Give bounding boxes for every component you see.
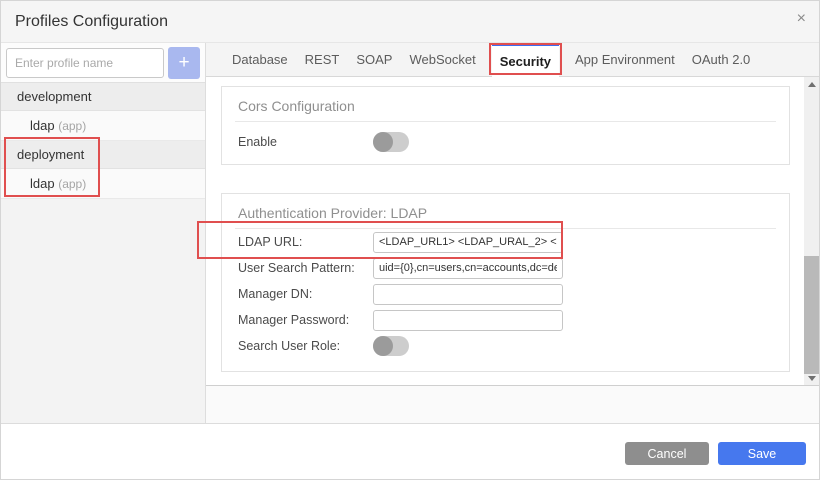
scroll-down-icon[interactable]: [804, 372, 819, 384]
app-type-suffix: (app): [58, 177, 86, 191]
tab-database[interactable]: Database: [231, 43, 289, 76]
profile-add-row: +: [1, 43, 205, 83]
app-type-suffix: (app): [58, 119, 86, 133]
tab-security-label: Security: [500, 54, 551, 69]
manager-dn-label: Manager DN:: [238, 287, 373, 301]
sidebar-item-ldap-development[interactable]: ldap (app): [1, 111, 205, 141]
tab-security[interactable]: Security: [492, 43, 559, 77]
scrollbar-thumb[interactable]: [804, 256, 819, 374]
close-icon[interactable]: ×: [797, 11, 806, 27]
profile-group-deployment: deployment ldap (app): [1, 141, 205, 199]
user-search-pattern-label: User Search Pattern:: [238, 261, 373, 275]
manager-password-row: Manager Password:: [222, 307, 789, 333]
sidebar-item-deployment[interactable]: deployment: [1, 141, 205, 169]
dialog-title: Profiles Configuration: [1, 13, 168, 31]
ldap-url-input[interactable]: [373, 232, 563, 253]
search-user-role-label: Search User Role:: [238, 339, 373, 353]
tab-soap[interactable]: SOAP: [355, 43, 393, 76]
manager-dn-row: Manager DN:: [222, 281, 789, 307]
ldap-provider-card: Authentication Provider: LDAP LDAP URL: …: [221, 193, 790, 372]
tab-oauth[interactable]: OAuth 2.0: [691, 43, 752, 76]
profile-group-development: development ldap (app): [1, 83, 205, 141]
vertical-scrollbar[interactable]: [804, 77, 819, 385]
manager-password-input[interactable]: [373, 310, 563, 331]
tab-rest[interactable]: REST: [304, 43, 341, 76]
ldap-url-row: LDAP URL:: [222, 229, 789, 255]
profiles-configuration-dialog: Profiles Configuration × + development l…: [0, 0, 820, 480]
security-forms: Cors Configuration Enable Authentication…: [206, 77, 804, 385]
cors-configuration-card: Cors Configuration Enable: [221, 86, 790, 165]
ldap-section-title: Authentication Provider: LDAP: [222, 194, 789, 228]
toggle-knob: [373, 336, 393, 356]
ldap-url-label: LDAP URL:: [238, 235, 373, 249]
tab-websocket[interactable]: WebSocket: [408, 43, 476, 76]
profiles-sidebar: + development ldap (app) deployment ldap…: [1, 43, 206, 423]
security-tab-panel: Cors Configuration Enable Authentication…: [206, 77, 819, 385]
scroll-up-icon[interactable]: [804, 78, 819, 90]
dialog-body: + development ldap (app) deployment ldap…: [1, 43, 819, 424]
add-profile-button[interactable]: +: [168, 47, 200, 79]
manager-dn-input[interactable]: [373, 284, 563, 305]
sidebar-item-development[interactable]: development: [1, 83, 205, 111]
cors-section-title: Cors Configuration: [222, 87, 789, 121]
app-name: ldap: [30, 118, 55, 133]
profile-name-input[interactable]: [6, 48, 164, 78]
user-search-pattern-input[interactable]: [373, 258, 563, 279]
cors-enable-label: Enable: [238, 135, 373, 149]
user-search-pattern-row: User Search Pattern:: [222, 255, 789, 281]
tab-bar: Database REST SOAP WebSocket Security Ap…: [206, 43, 819, 77]
toggle-knob: [373, 132, 393, 152]
tab-app-environment[interactable]: App Environment: [574, 43, 676, 76]
tab-content-area: Database REST SOAP WebSocket Security Ap…: [206, 43, 819, 423]
cors-enable-toggle[interactable]: [373, 132, 409, 152]
sidebar-item-ldap-deployment[interactable]: ldap (app): [1, 169, 205, 199]
search-user-role-row: Search User Role:: [222, 333, 789, 359]
app-name: ldap: [30, 176, 55, 191]
dialog-header: Profiles Configuration ×: [1, 1, 819, 43]
dialog-footer: Cancel Save: [1, 424, 819, 480]
manager-password-label: Manager Password:: [238, 313, 373, 327]
cors-enable-row: Enable: [222, 122, 789, 164]
cancel-button[interactable]: Cancel: [625, 442, 709, 465]
save-button[interactable]: Save: [718, 442, 806, 465]
tab-panel-footer-strip: [206, 385, 819, 423]
search-user-role-toggle[interactable]: [373, 336, 409, 356]
